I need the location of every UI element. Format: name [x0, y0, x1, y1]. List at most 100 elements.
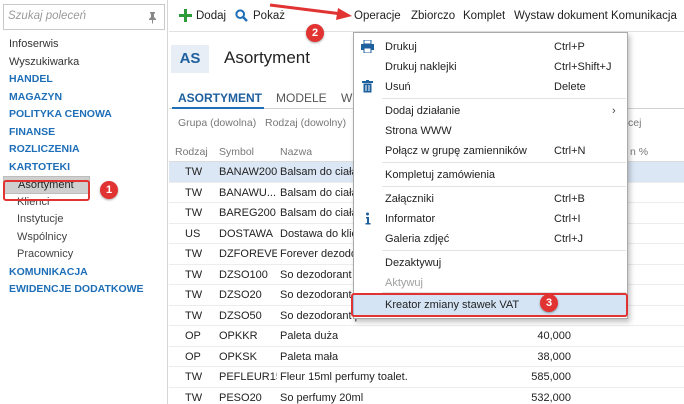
table-cell-rodzaj: TW — [185, 371, 203, 383]
table-cell-symbol: BAREG200 — [219, 207, 276, 219]
table-cell-symbol: BANAW200 — [219, 166, 277, 178]
table-cell-symbol: DZSO20 — [219, 289, 262, 301]
menu-item-label: Usuń — [385, 81, 411, 93]
table-cell-nazwa: So dezodorant p — [280, 289, 361, 301]
menu-item-shortcut: Delete — [554, 81, 586, 93]
group-filter[interactable]: Grupa (dowolna) — [178, 117, 256, 129]
toolbar: Dodaj Pokaż Operacje Zbiorczo Komplet Wy… — [169, 0, 684, 32]
table-cell-rodzaj: TW — [185, 309, 203, 322]
kind-filter[interactable]: Rodzaj (dowolny) — [265, 117, 346, 129]
menu-item-label: Połącz w grupę zamienników — [385, 145, 527, 157]
table-cell-nazwa: Paleta mała — [280, 350, 339, 363]
menu-item-label: Drukuj — [385, 41, 417, 53]
printer-icon — [361, 40, 374, 53]
table-cell-rodzaj: OP — [185, 350, 201, 363]
menu-item-label: Kompletuj zamówienia — [385, 169, 496, 181]
menu-item-galeria-zdjęć[interactable]: Galeria zdjęć Ctrl+J — [354, 229, 627, 249]
sidebar-item-komunikacja[interactable]: KOMUNIKACJA — [0, 264, 168, 282]
menu-item-kompletuj-zamówienia[interactable]: Kompletuj zamówienia — [354, 165, 627, 185]
table-cell-symbol: BANAWU... — [219, 186, 277, 199]
table-cell-symbol: DOSTAWA — [219, 227, 273, 240]
table-row[interactable]: TW PEFLEUR15 Fleur 15ml perfumy toalet. 585… — [169, 367, 684, 388]
table-cell-nazwa: Forever dezodo — [280, 248, 358, 260]
menu-separator — [382, 162, 626, 163]
table-cell-nazwa: Dostawa do klie — [280, 227, 358, 240]
menu-item-informator[interactable]: Informator Ctrl+I — [354, 209, 627, 229]
operations-menu-button[interactable]: Operacje — [354, 0, 401, 32]
sidebar-item-wspólnicy[interactable]: Wspólnicy — [0, 229, 168, 247]
table-cell-value: 38,000 — [537, 350, 571, 363]
set-menu-button[interactable]: Komplet — [463, 0, 505, 32]
sidebar-item-kartoteki[interactable]: KARTOTEKI — [0, 159, 168, 177]
tab-modele[interactable]: MODELE — [276, 87, 327, 109]
menu-item-załączniki[interactable]: Załączniki Ctrl+B — [354, 189, 627, 209]
highlight-box-asortyment — [3, 180, 90, 201]
table-cell-value: 532,000 — [531, 391, 571, 404]
chevron-right-icon: › — [612, 105, 616, 117]
menu-item-shortcut: Ctrl+N — [554, 145, 586, 157]
table-cell-rodzaj: TW — [185, 207, 203, 219]
add-button[interactable]: Dodaj — [196, 0, 226, 32]
sidebar-item-ewidencje-dodatkowe[interactable]: EWIDENCJE DODATKOWE — [0, 281, 168, 299]
table-cell-nazwa: Paleta duża — [280, 330, 339, 342]
table-cell-rodzaj: TW — [185, 289, 203, 301]
menu-item-label: Dodaj działanie — [385, 105, 461, 117]
tab-asortyment[interactable]: ASORTYMENT — [178, 87, 262, 109]
table-cell-value: 40,000 — [537, 330, 571, 342]
menu-item-dodaj-działanie[interactable]: Dodaj działanie › — [354, 101, 627, 121]
menu-item-usuń[interactable]: Usuń Delete — [354, 77, 627, 97]
table-row[interactable]: OP OPKKR Paleta duża 40,000 — [169, 326, 684, 347]
column-header-symbol[interactable]: Symbol — [219, 146, 254, 158]
table-cell-rodzaj: US — [185, 227, 201, 240]
table-cell-nazwa: Balsam do ciała — [280, 166, 358, 178]
table-cell-symbol: PEFLEUR15 — [219, 371, 277, 383]
table-cell-rodzaj: TW — [185, 248, 203, 260]
table-cell-rodzaj: TW — [185, 391, 203, 404]
menu-item-strona-www[interactable]: Strona WWW — [354, 121, 627, 141]
trash-icon — [362, 80, 373, 93]
sidebar-item-pracownicy[interactable]: Pracownicy — [0, 246, 168, 264]
table-cell-rodzaj: OP — [185, 330, 201, 342]
search-icon — [235, 9, 248, 22]
menu-item-label: Drukuj naklejki — [385, 61, 457, 73]
menu-item-dezaktywuj[interactable]: Dezaktywuj — [354, 253, 627, 273]
table-cell-symbol: DZFOREVER — [219, 248, 277, 260]
sidebar-item-magazyn[interactable]: MAGAZYN — [0, 89, 168, 107]
module-badge: AS — [171, 45, 209, 73]
pin-icon[interactable] — [147, 11, 158, 24]
column-header-rodzaj[interactable]: Rodzaj — [175, 146, 208, 158]
sidebar-item-finanse[interactable]: FINANSE — [0, 124, 168, 142]
sidebar-item-handel[interactable]: HANDEL — [0, 71, 168, 89]
sidebar-item-rozliczenia[interactable]: ROZLICZENIA — [0, 141, 168, 159]
table-row[interactable]: TW PESO20 So perfumy 20ml 532,000 — [169, 388, 684, 404]
plus-icon — [179, 9, 192, 22]
sidebar-item-infoserwis[interactable]: Infoserwis — [0, 36, 168, 54]
column-header-percent[interactable]: n % — [630, 146, 648, 158]
sidebar-item-wyszukiwarka[interactable]: Wyszukiwarka — [0, 54, 168, 72]
table-row[interactable]: OP OPKSK Paleta mała 38,000 — [169, 347, 684, 367]
step-marker-2: 2 — [306, 24, 324, 42]
communication-menu-button[interactable]: Komunikacja — [611, 0, 677, 32]
menu-separator — [382, 186, 626, 187]
sidebar: InfoserwisWyszukiwarkaHANDELMAGAZYNPOLIT… — [0, 0, 168, 404]
menu-item-drukuj[interactable]: Drukuj Ctrl+P — [354, 37, 627, 57]
menu-item-label: Galeria zdjęć — [385, 233, 450, 245]
table-cell-nazwa: Balsam do ciała — [280, 207, 358, 219]
sidebar-item-polityka-cenowa[interactable]: POLITYKA CENOWA — [0, 106, 168, 124]
command-search-box[interactable] — [3, 4, 165, 30]
show-button[interactable]: Pokaż — [253, 0, 285, 32]
sidebar-item-instytucje[interactable]: Instytucje — [0, 211, 168, 229]
menu-item-shortcut: Ctrl+J — [554, 233, 584, 245]
table-cell-rodzaj: TW — [185, 186, 203, 199]
menu-item-label: Informator — [385, 213, 436, 225]
issue-document-button[interactable]: Wystaw dokument — [514, 0, 608, 32]
menu-item-label: Załączniki — [385, 193, 434, 205]
command-search-input[interactable] — [8, 10, 138, 22]
menu-item-połącz-w-grupę-zamienników[interactable]: Połącz w grupę zamienników Ctrl+N — [354, 141, 627, 161]
price-filter-partial[interactable]: cej — [628, 117, 641, 129]
table-cell-nazwa: So perfumy 20ml — [280, 391, 364, 404]
column-header-nazwa[interactable]: Nazwa — [280, 146, 312, 158]
collection-menu-button[interactable]: Zbiorczo — [411, 0, 455, 32]
table-cell-nazwa: So dezodorant p — [280, 309, 361, 322]
menu-item-drukuj-naklejki[interactable]: Drukuj naklejki Ctrl+Shift+J — [354, 57, 627, 77]
